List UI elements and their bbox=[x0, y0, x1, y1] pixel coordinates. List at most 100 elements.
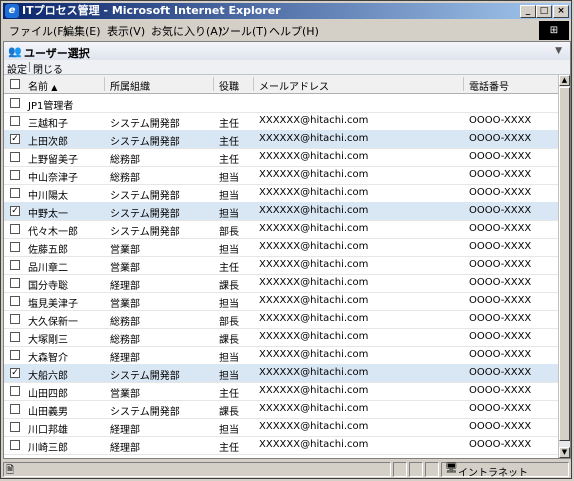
row-checkbox[interactable] bbox=[10, 404, 20, 414]
row-checkbox[interactable] bbox=[10, 278, 20, 288]
cell-email: XXXXXX@hitachi.com bbox=[259, 169, 369, 180]
row-checkbox[interactable] bbox=[10, 260, 20, 270]
column-header-phone[interactable]: 電話番号 bbox=[469, 78, 509, 93]
column-header-position[interactable]: 役職 bbox=[219, 78, 239, 93]
table-row[interactable]: 品川章二 営業部 主任 XXXXXX@hitachi.com OOOO-XXXX bbox=[4, 256, 558, 275]
select-all-checkbox[interactable] bbox=[10, 79, 20, 89]
row-checkbox[interactable] bbox=[10, 386, 20, 396]
table-row[interactable]: 大久保新一 総務部 部長 XXXXXX@hitachi.com OOOO-XXXX bbox=[4, 310, 558, 329]
cell-dept: システム開発部 bbox=[110, 371, 180, 382]
table-row[interactable]: 国分寺聡 経理部 課長 XXXXXX@hitachi.com OOOO-XXXX bbox=[4, 274, 558, 293]
title-bar[interactable]: e ITプロセス管理 - Microsoft Internet Explorer… bbox=[3, 3, 571, 19]
table-row[interactable]: 佐藤五郎 営業部 担当 XXXXXX@hitachi.com OOOO-XXXX bbox=[4, 238, 558, 257]
cell-email: XXXXXX@hitachi.com bbox=[259, 223, 369, 234]
cell-position: 担当 bbox=[219, 173, 239, 184]
close-panel-button[interactable]: 閉じる bbox=[33, 61, 63, 76]
minimize-button[interactable]: _ bbox=[520, 5, 536, 18]
table-row[interactable]: 中川陽太 システム開発部 担当 XXXXXX@hitachi.com OOOO-XXXX bbox=[4, 184, 558, 203]
row-checkbox[interactable] bbox=[10, 98, 20, 108]
scroll-up-button[interactable]: ▲ bbox=[559, 75, 570, 86]
table-header: 名前 ▲ 所属組織 役職 メールアドレス 電話番号 bbox=[4, 75, 558, 94]
cell-email: XXXXXX@hitachi.com bbox=[259, 331, 369, 342]
column-divider[interactable] bbox=[213, 77, 214, 91]
status-main-panel: 🗎 bbox=[3, 462, 391, 477]
maximize-button[interactable]: □ bbox=[536, 5, 552, 18]
cell-name: 中山奈津子 bbox=[28, 173, 78, 184]
row-checkbox[interactable]: ✓ bbox=[10, 206, 20, 216]
menu-file[interactable]: ファイル(F) bbox=[9, 23, 68, 39]
cell-dept: 総務部 bbox=[110, 317, 140, 328]
cell-name: 大船六郎 bbox=[28, 371, 68, 382]
window-title: ITプロセス管理 - Microsoft Internet Explorer bbox=[22, 4, 281, 17]
column-divider[interactable] bbox=[253, 77, 254, 91]
table-row[interactable]: 上野留美子 総務部 主任 XXXXXX@hitachi.com OOOO-XXXX bbox=[4, 148, 558, 167]
cell-phone: OOOO-XXXX bbox=[469, 205, 532, 216]
collapse-arrow-icon[interactable]: ▼ bbox=[555, 46, 562, 56]
row-checkbox[interactable]: ✓ bbox=[10, 368, 20, 378]
table-row[interactable]: ✓ 大船六郎 システム開発部 担当 XXXXXX@hitachi.com OOOO-XXX… bbox=[4, 364, 558, 383]
cell-email: XXXXXX@hitachi.com bbox=[259, 385, 369, 396]
table-row[interactable]: 大塚剛三 総務部 課長 XXXXXX@hitachi.com OOOO-XXXX bbox=[4, 328, 558, 347]
column-header-email[interactable]: メールアドレス bbox=[259, 78, 329, 93]
row-checkbox[interactable] bbox=[10, 224, 20, 234]
table-row[interactable]: 山田四郎 営業部 主任 XXXXXX@hitachi.com OOOO-XXXX bbox=[4, 382, 558, 401]
cell-phone: OOOO-XXXX bbox=[469, 241, 532, 252]
cell-dept: システム開発部 bbox=[110, 119, 180, 130]
cell-phone: OOOO-XXXX bbox=[469, 403, 532, 414]
scroll-thumb[interactable] bbox=[559, 87, 570, 441]
row-checkbox[interactable] bbox=[10, 188, 20, 198]
table-row[interactable]: 山田義男 システム開発部 課長 XXXXXX@hitachi.com OOOO-XXXX bbox=[4, 400, 558, 419]
table-row[interactable]: 川口邦雄 経理部 担当 XXXXXX@hitachi.com OOOO-XXXX bbox=[4, 418, 558, 437]
menu-edit[interactable]: 編集(E) bbox=[63, 23, 101, 39]
table-row[interactable]: 塩見美津子 営業部 担当 XXXXXX@hitachi.com OOOO-XXXX bbox=[4, 292, 558, 311]
menu-help[interactable]: ヘルプ(H) bbox=[269, 23, 319, 39]
row-checkbox[interactable] bbox=[10, 440, 20, 450]
table-row[interactable]: 大森智介 経理部 担当 XXXXXX@hitachi.com OOOO-XXXX bbox=[4, 346, 558, 365]
cell-position: 主任 bbox=[219, 443, 239, 454]
scroll-down-button[interactable]: ▼ bbox=[559, 447, 570, 458]
cell-dept: システム開発部 bbox=[110, 191, 180, 202]
row-checkbox[interactable] bbox=[10, 350, 20, 360]
close-button[interactable]: × bbox=[553, 5, 569, 18]
table-row[interactable]: JP1管理者 bbox=[4, 94, 558, 113]
windows-logo-icon: ⊞ bbox=[539, 21, 569, 40]
cell-phone: OOOO-XXXX bbox=[469, 277, 532, 288]
cell-name: 中野太一 bbox=[28, 209, 68, 220]
column-header-name[interactable]: 名前 ▲ bbox=[28, 78, 57, 93]
cell-name: 大久保新一 bbox=[28, 317, 78, 328]
cell-name: 上田次郎 bbox=[28, 137, 68, 148]
row-checkbox[interactable] bbox=[10, 296, 20, 306]
menu-tools[interactable]: ツール(T) bbox=[219, 23, 267, 39]
row-checkbox[interactable] bbox=[10, 170, 20, 180]
cell-phone: OOOO-XXXX bbox=[469, 439, 532, 450]
cell-dept: 総務部 bbox=[110, 335, 140, 346]
cell-dept: 総務部 bbox=[110, 173, 140, 184]
row-checkbox[interactable] bbox=[10, 152, 20, 162]
cell-dept: 営業部 bbox=[110, 245, 140, 256]
column-divider[interactable] bbox=[463, 77, 464, 91]
cell-phone: OOOO-XXXX bbox=[469, 295, 532, 306]
menu-view[interactable]: 表示(V) bbox=[107, 23, 145, 39]
table-row[interactable]: 三越和子 システム開発部 主任 XXXXXX@hitachi.com OOOO-XXXX bbox=[4, 112, 558, 131]
table-row[interactable]: 代々木一郎 システム開発部 部長 XXXXXX@hitachi.com OOOO-XXX… bbox=[4, 220, 558, 239]
row-checkbox[interactable] bbox=[10, 422, 20, 432]
table-row[interactable]: ✓ 中野太一 システム開発部 担当 XXXXXX@hitachi.com OOOO-XXX… bbox=[4, 202, 558, 221]
menu-favorites[interactable]: お気に入り(A) bbox=[151, 23, 222, 39]
row-checkbox[interactable]: ✓ bbox=[10, 134, 20, 144]
settings-button[interactable]: 設定 bbox=[7, 61, 27, 76]
table-row[interactable]: ✓ 上田次郎 システム開発部 主任 XXXXXX@hitachi.com OOOO-XXX… bbox=[4, 130, 558, 149]
cell-name: 大塚剛三 bbox=[28, 335, 68, 346]
row-checkbox[interactable] bbox=[10, 332, 20, 342]
row-checkbox[interactable] bbox=[10, 116, 20, 126]
row-checkbox[interactable] bbox=[10, 242, 20, 252]
vertical-scrollbar[interactable]: ▲ ▼ bbox=[558, 75, 570, 458]
cell-dept: 総務部 bbox=[110, 155, 140, 166]
cell-phone: OOOO-XXXX bbox=[469, 187, 532, 198]
table-row[interactable]: 中山奈津子 総務部 担当 XXXXXX@hitachi.com OOOO-XXXX bbox=[4, 166, 558, 185]
row-checkbox[interactable] bbox=[10, 314, 20, 324]
table-row[interactable]: 川崎三郎 経理部 主任 XXXXXX@hitachi.com OOOO-XXXX bbox=[4, 436, 558, 455]
sort-ascending-icon: ▲ bbox=[51, 83, 58, 92]
column-divider[interactable] bbox=[104, 77, 105, 91]
status-bar: 🗎 🖥 イントラネット bbox=[3, 461, 571, 479]
column-header-dept[interactable]: 所属組織 bbox=[110, 78, 150, 93]
